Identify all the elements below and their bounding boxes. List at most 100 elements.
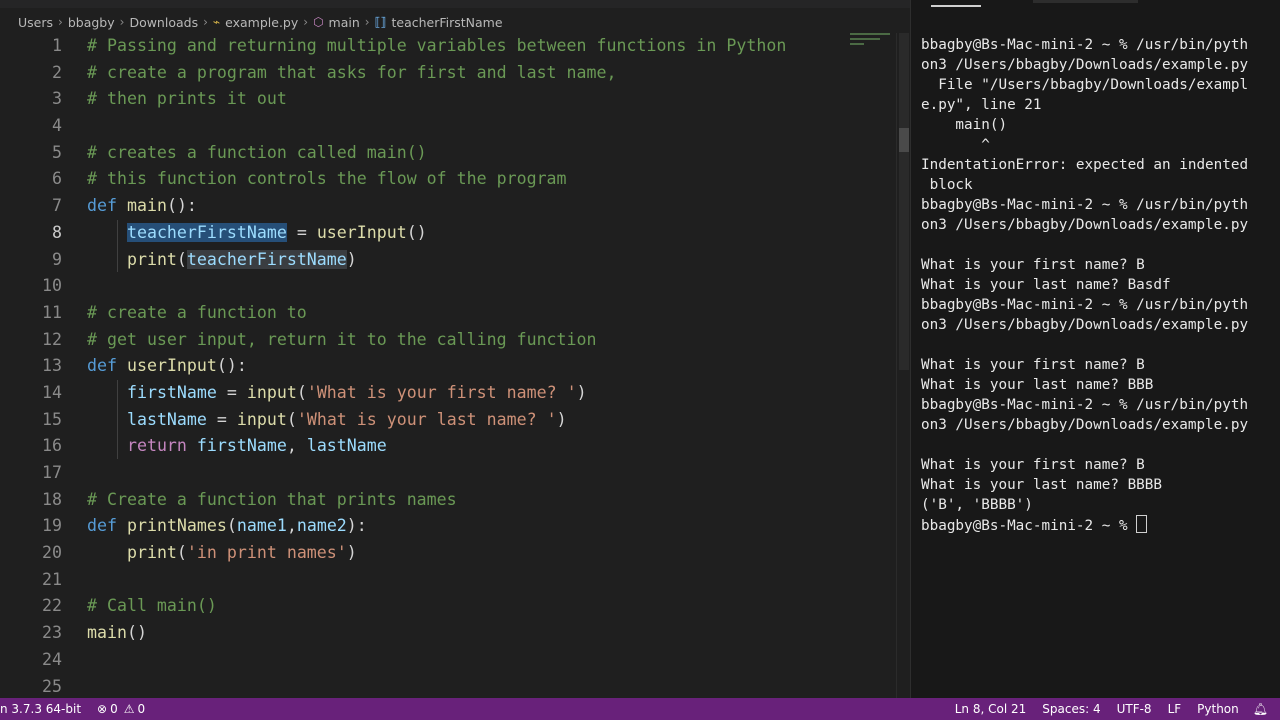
code-token: firstName: [126, 382, 217, 402]
code-token: ): [346, 543, 357, 563]
line-number: 3: [52, 89, 62, 109]
code-token: main: [126, 196, 167, 216]
breadcrumb-item[interactable]: › ⌁ example.py: [198, 15, 298, 30]
encoding[interactable]: UTF-8: [1117, 702, 1152, 716]
terminal-line: ('B', 'BBBB'): [921, 497, 1033, 513]
code-token: ): [556, 409, 567, 429]
code-token: print: [126, 249, 177, 269]
code-text: # create a program that asks for first a…: [87, 60, 617, 87]
code-token: ,: [286, 436, 307, 456]
warning-count: 0: [137, 702, 146, 716]
scrollbar-thumb[interactable]: [899, 33, 909, 370]
variable-icon: ⟦⟧: [374, 15, 387, 29]
code-token: teacherFirstName: [186, 249, 347, 269]
line-number: 21: [42, 569, 62, 589]
breadcrumb-item[interactable]: Users: [0, 15, 53, 30]
code-token: # creates a function called main(): [87, 142, 427, 162]
terminal-line: What is your first name? B: [921, 357, 1145, 373]
indentation[interactable]: Spaces: 4: [1042, 702, 1100, 716]
line-number: 4: [52, 116, 62, 136]
code-token: # Passing and returning multiple variabl…: [87, 36, 787, 55]
breadcrumb-separator-icon: ›: [364, 15, 370, 29]
code-token: # create a function to: [87, 302, 307, 322]
warning-icon: ⚠: [123, 702, 135, 716]
terminal-prompt-line[interactable]: bbagby@Bs-Mac-mini-2 ~ %: [921, 515, 1248, 535]
error-count: 0: [110, 702, 118, 716]
breadcrumb-separator-icon: ›: [119, 15, 125, 29]
minimap[interactable]: [850, 33, 894, 63]
notifications-bell-icon[interactable]: 🔔︎: [1253, 702, 1268, 716]
code-token: # get user input, return it to the calli…: [87, 329, 597, 349]
scrollbar-position-marker: [899, 128, 909, 152]
line-number: 19: [42, 516, 62, 536]
code-text: main(): [87, 620, 147, 647]
line-number: 11: [42, 302, 62, 322]
code-text: # create a function to: [87, 300, 307, 327]
code-text: # get user input, return it to the calli…: [87, 327, 597, 354]
editor-pane[interactable]: Users › bbagby › Downloads › ⌁ example.py › ⬡ main…: [0, 0, 910, 698]
problems-indicator[interactable]: ⊗ 0 ⚠ 0: [97, 702, 145, 716]
status-bar: n 3.7.3 64-bit ⊗ 0 ⚠ 0 Ln 8, Col 21 Spac…: [0, 698, 1280, 720]
line-number: 16: [42, 436, 62, 456]
line-ending[interactable]: LF: [1168, 702, 1182, 716]
line-number: 8: [52, 222, 62, 242]
line-number: 5: [52, 142, 62, 162]
code-token: ): [346, 249, 357, 269]
line-number: 22: [42, 596, 62, 616]
code-text: # Passing and returning multiple variabl…: [87, 33, 786, 60]
line-number: 14: [42, 382, 62, 402]
terminal-line: on3 /Users/bbagby/Downloads/example.py: [921, 57, 1249, 73]
error-icon: ⊗: [97, 702, 108, 716]
terminal-output[interactable]: bbagby@Bs-Mac-mini-2 ~ % /usr/bin/pyth on…: [921, 35, 1248, 535]
line-number: 1: [52, 36, 62, 55]
python-interpreter[interactable]: n 3.7.3 64-bit: [0, 702, 81, 716]
breadcrumb-label: example.py: [225, 14, 299, 30]
code-token: (: [296, 382, 307, 402]
terminal-tab[interactable]: [1033, 0, 1138, 3]
code-text: # then prints it out: [87, 86, 287, 113]
code-token: main: [87, 623, 127, 643]
code-text: # Call main(): [87, 593, 217, 620]
code-token: return: [126, 436, 187, 456]
line-number: 7: [52, 196, 62, 216]
code-token: input: [246, 382, 297, 402]
breadcrumb-label: main: [328, 14, 360, 30]
code-token: lastName: [126, 409, 207, 429]
line-number: 25: [42, 676, 62, 696]
code-token: lastName: [306, 436, 387, 456]
line-number: 15: [42, 409, 62, 429]
cursor-position[interactable]: Ln 8, Col 21: [955, 702, 1027, 716]
line-number: 13: [42, 356, 62, 376]
code-token: # Call main(): [87, 596, 217, 616]
code-text: lastName = input('What is your last name…: [87, 407, 567, 434]
breadcrumb-item[interactable]: › ⟦⟧ teacherFirstName: [360, 15, 503, 30]
breadcrumb-separator-icon: ›: [58, 15, 63, 29]
terminal-panel[interactable]: bbagby@Bs-Mac-mini-2 ~ % /usr/bin/pyth on…: [910, 0, 1280, 698]
line-number: 17: [42, 463, 62, 482]
breadcrumb-item[interactable]: › ⬡ main: [298, 15, 360, 30]
code-token: firstName: [196, 436, 287, 456]
language-mode[interactable]: Python: [1197, 702, 1239, 716]
code-text: teacherFirstName = userInput(): [87, 220, 427, 247]
code-token: 'in print names': [186, 543, 347, 563]
code-token: (: [176, 543, 187, 563]
terminal-line: bbagby@Bs-Mac-mini-2 ~ % /usr/bin/pyth: [921, 397, 1249, 413]
terminal-tab-active[interactable]: [931, 0, 981, 7]
breadcrumb-item[interactable]: › Downloads: [115, 15, 198, 30]
code-token: def: [87, 516, 117, 536]
code-text: def main():: [87, 193, 197, 220]
terminal-line: What is your first name? B: [921, 457, 1145, 473]
code-token: =: [286, 222, 317, 242]
terminal-line: File "/Users/bbagby/Downloads/exampl: [921, 77, 1249, 93]
breadcrumb-item[interactable]: › bbagby: [53, 15, 115, 30]
terminal-cursor: [1136, 515, 1148, 533]
breadcrumb-label: Users: [18, 14, 54, 30]
code-token: 'What is your last name? ': [296, 409, 557, 429]
code-token: input: [236, 409, 287, 429]
